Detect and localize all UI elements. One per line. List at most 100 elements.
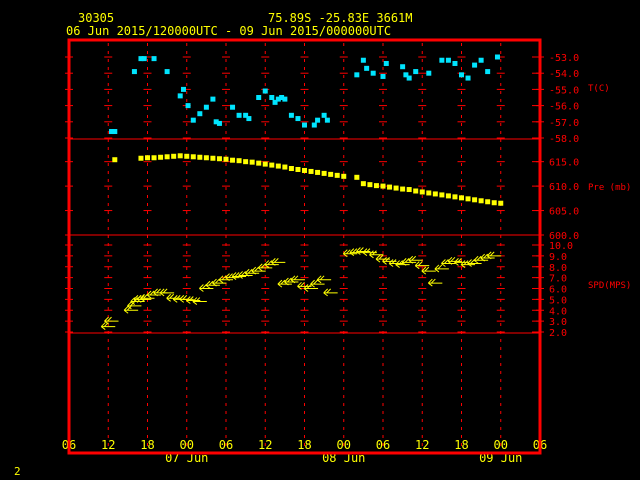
pressure-point	[459, 195, 464, 201]
temperature-point	[151, 56, 157, 62]
temperature-point	[380, 73, 386, 79]
pressure-point	[413, 188, 419, 194]
temperature-point	[295, 116, 301, 122]
temperature-point	[311, 122, 317, 128]
temperature-point	[452, 60, 458, 66]
temperature-point	[131, 69, 137, 75]
pressure-point	[243, 159, 249, 165]
y-tick-label-wind: 10.0	[549, 241, 573, 252]
x-tick-label: 06	[219, 438, 233, 452]
temperature-point	[383, 60, 389, 66]
station-id: 30305	[78, 11, 114, 25]
pressure-point	[249, 159, 255, 165]
pressure-point	[256, 160, 262, 166]
pressure-point	[282, 164, 288, 170]
pressure-point	[354, 174, 360, 180]
temperature-point	[439, 57, 445, 63]
pressure-point	[328, 171, 334, 177]
pressure-point	[315, 169, 321, 175]
pressure-point	[485, 199, 491, 205]
temperature-point	[494, 54, 500, 60]
pressure-point	[341, 173, 347, 179]
x-tick-label: 06	[376, 438, 390, 452]
pressure-point	[190, 154, 196, 160]
x-tick-label: 18	[454, 438, 468, 452]
temperature-point	[197, 111, 203, 117]
y-tick-label-wind: 8.0	[549, 263, 567, 274]
temperature-point	[141, 56, 147, 62]
pressure-point	[472, 197, 478, 203]
pressure-point	[432, 191, 438, 197]
page-number: 2	[14, 465, 21, 478]
pressure-point	[269, 162, 275, 168]
temperature-point	[269, 95, 275, 100]
temperature-point	[112, 129, 118, 135]
meteogram-chart: 30305 75.89S -25.83E 3661M 06 Jun 2015/1…	[0, 0, 640, 480]
pressure-point	[400, 186, 406, 192]
pressure-point	[216, 156, 222, 162]
pressure-point	[426, 190, 432, 196]
pressure-point	[387, 184, 393, 190]
pressure-point	[295, 166, 301, 172]
temperature-point	[288, 112, 294, 118]
temperature-point	[472, 62, 478, 68]
pressure-point	[406, 187, 412, 193]
temperature-point	[413, 69, 419, 75]
temperature-point	[354, 72, 360, 78]
pressure-point	[419, 189, 425, 195]
pressure-point	[334, 172, 340, 178]
temperature-point	[315, 117, 321, 123]
temperature-point	[282, 96, 288, 102]
pressure-point	[223, 156, 229, 162]
temperature-point	[478, 57, 484, 63]
pressure-point	[145, 155, 150, 161]
y-tick-label-pressure: 615.0	[549, 158, 579, 169]
y-tick-label-pressure: 610.0	[549, 182, 579, 193]
y-tick-label-pressure: 605.0	[549, 207, 579, 218]
y-tick-label-temperature: -55.0	[549, 85, 579, 96]
y-tick-label-temperature: -54.0	[549, 69, 579, 80]
pressure-point	[360, 181, 366, 187]
pressure-point	[321, 170, 327, 176]
temperature-point	[164, 69, 170, 75]
pressure-point	[158, 154, 164, 160]
chart-background	[0, 0, 640, 480]
panel-label-temperature: T(C)	[588, 84, 610, 94]
pressure-point	[465, 196, 471, 202]
temperature-point	[459, 72, 464, 78]
temperature-point	[364, 65, 370, 71]
x-tick-label: 12	[258, 438, 272, 452]
y-tick-label-temperature: -53.0	[549, 53, 579, 64]
temperature-point	[400, 64, 406, 70]
pressure-point	[498, 200, 504, 206]
x-tick-label: 00	[337, 438, 351, 452]
temperature-point	[321, 112, 327, 118]
x-tick-label: 18	[140, 438, 154, 452]
x-tick-label: 00	[494, 438, 508, 452]
pressure-point	[439, 192, 445, 198]
pressure-point	[171, 153, 177, 159]
y-tick-label-wind: 2.0	[549, 328, 567, 339]
temperature-point	[370, 70, 376, 76]
time-range: 06 Jun 2015/120000UTC - 09 Jun 2015/0000…	[66, 24, 391, 38]
x-tick-label: 12	[415, 438, 429, 452]
pressure-point	[230, 157, 236, 163]
pressure-point	[308, 168, 314, 174]
temperature-point	[210, 96, 216, 102]
pressure-point	[393, 185, 399, 191]
pressure-point	[177, 153, 183, 159]
temperature-point	[360, 57, 366, 63]
x-tick-label: 12	[101, 438, 115, 452]
pressure-point	[445, 193, 451, 199]
pressure-point	[380, 183, 386, 189]
temperature-point	[203, 104, 209, 110]
temperature-point	[216, 120, 222, 126]
pressure-point	[491, 200, 497, 206]
pressure-point	[151, 155, 157, 161]
pressure-point	[302, 167, 307, 173]
temperature-point	[302, 122, 307, 128]
pressure-point	[262, 161, 268, 167]
pressure-point	[367, 182, 373, 188]
temperature-point	[246, 116, 252, 122]
pressure-point	[184, 153, 190, 159]
